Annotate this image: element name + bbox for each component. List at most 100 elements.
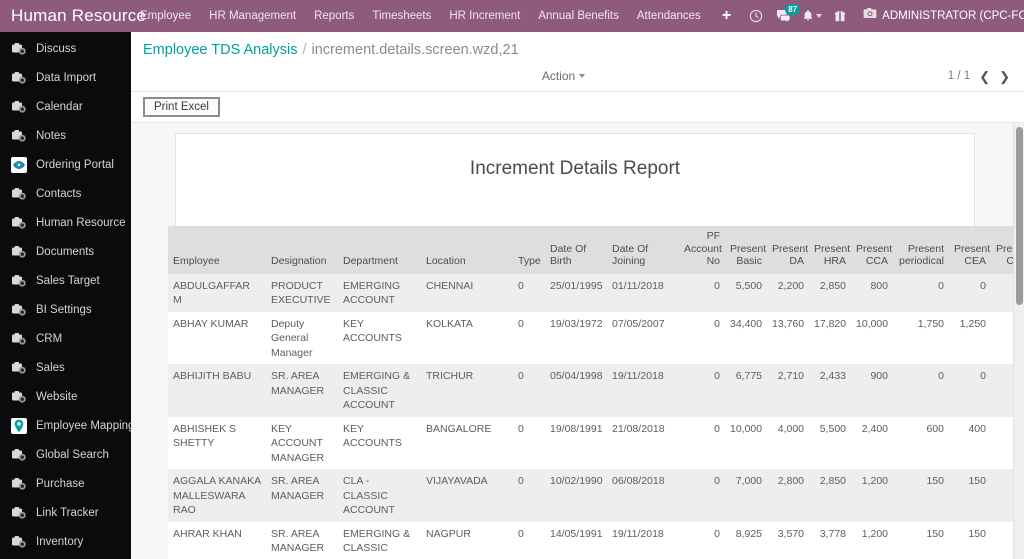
chevron-left-icon[interactable]: ❮ bbox=[979, 70, 990, 83]
cell-department: EMERGING ACCOUNT bbox=[343, 279, 401, 307]
table-row[interactable]: AGGALA KANAKA MALLESWARA RAO SR. AREA MAN… bbox=[168, 469, 1024, 522]
clock-icon[interactable] bbox=[743, 0, 769, 32]
sidebar-item-data-import[interactable]: Data Import bbox=[0, 63, 131, 92]
report-scroll-area: Increment Details Report Employee Design… bbox=[131, 123, 1024, 559]
column-header-line2: CCA bbox=[865, 255, 888, 267]
sidebar-item-inventory[interactable]: Inventory bbox=[0, 527, 131, 556]
sidebar-item-employee-mapping[interactable]: Employee Mapping bbox=[0, 411, 131, 440]
sidebar-item-notes[interactable]: Notes bbox=[0, 121, 131, 150]
nav-item-timesheets[interactable]: Timesheets bbox=[363, 0, 440, 32]
cell-dob: 14/05/1991 bbox=[550, 527, 603, 540]
nav-item-reports[interactable]: Reports bbox=[305, 0, 363, 32]
sidebar-item-global-search[interactable]: Global Search bbox=[0, 440, 131, 469]
column-header-dob: Date Of Birth bbox=[545, 226, 607, 274]
nav-item-attendances[interactable]: Attendances bbox=[628, 0, 710, 32]
table-row[interactable]: ABHISHEK S SHETTY KEY ACCOUNT MANAGER KEY … bbox=[168, 416, 1024, 469]
cell-type: 0 bbox=[518, 279, 524, 292]
cell-employee: ABHIJITH BABU bbox=[173, 370, 252, 382]
messages-icon[interactable]: 87 bbox=[771, 0, 801, 32]
column-header-line1: PF Account bbox=[684, 230, 722, 255]
column-header-line1 bbox=[518, 243, 540, 256]
cell-employee: ABHAY KUMAR bbox=[173, 317, 249, 330]
cell-pf: 0 bbox=[714, 422, 720, 435]
table-row[interactable]: ABDULGAFFAR M PRODUCT EXECUTIVE EMERGING A… bbox=[168, 273, 1024, 312]
sidebar-item-contacts[interactable]: Contacts bbox=[0, 179, 131, 208]
cell-periodical: 600 bbox=[926, 422, 944, 435]
cell-type: 0 bbox=[518, 527, 524, 540]
sidebar-item-sales-target[interactable]: Sales Target bbox=[0, 266, 131, 295]
nav-item-annual-benefits[interactable]: Annual Benefits bbox=[529, 0, 628, 32]
add-menu-button[interactable]: + bbox=[710, 0, 743, 32]
sidebar-item-label: Human Resource bbox=[36, 216, 126, 229]
sidebar-item-sales[interactable]: Sales bbox=[0, 353, 131, 382]
app-icon bbox=[11, 476, 27, 492]
pager: 1 / 1 ❮ ❯ bbox=[948, 70, 1010, 83]
table-head: Employee Designation Department Location… bbox=[168, 226, 1024, 274]
sidebar-item-purchase[interactable]: Purchase bbox=[0, 469, 131, 498]
sidebar-item-label: Documents bbox=[36, 245, 95, 258]
sidebar-item-website[interactable]: Website bbox=[0, 382, 131, 411]
app-icon bbox=[11, 273, 27, 289]
chevron-down-icon[interactable] bbox=[816, 14, 823, 18]
app-brand[interactable]: Human Resource bbox=[0, 6, 146, 26]
cell-designation: SR. AREA MANAGER bbox=[271, 527, 325, 555]
table-row[interactable]: ABHAY KUMAR Deputy General Manager KEY ACC… bbox=[168, 311, 1024, 364]
cell-dob: 10/02/1990 bbox=[550, 475, 603, 487]
sidebar-item-human-resource[interactable]: Human Resource bbox=[0, 208, 131, 237]
scrollbar-thumb[interactable] bbox=[1016, 127, 1023, 305]
table-body: ABDULGAFFAR M PRODUCT EXECUTIVE EMERGING A… bbox=[168, 273, 1024, 559]
cell-cea: 150 bbox=[968, 527, 986, 540]
sidebar-item-label: Website bbox=[36, 390, 78, 403]
action-bar: Action 1 / 1 ❮ ❯ bbox=[131, 61, 1024, 91]
column-header-line2: HRA bbox=[823, 255, 846, 267]
app-icon bbox=[11, 360, 27, 376]
column-header-line2: No bbox=[706, 255, 720, 267]
sidebar-item-crm[interactable]: CRM bbox=[0, 324, 131, 353]
cell-cca: 10,000 bbox=[856, 317, 889, 330]
sidebar-item-link-tracker[interactable]: Link Tracker bbox=[0, 498, 131, 527]
nav-item-employee[interactable]: Employee bbox=[131, 0, 200, 32]
cell-cca: 900 bbox=[870, 370, 888, 382]
app-icon bbox=[11, 128, 27, 144]
app-icon bbox=[11, 389, 27, 405]
main-menu: Employee HR Management Reports Timesheets HR… bbox=[131, 0, 710, 32]
cell-da: 2,800 bbox=[777, 475, 804, 487]
column-header-line2: Type bbox=[518, 255, 541, 267]
table-row[interactable]: AHRAR KHAN SR. AREA MANAGER EMERGING & CLA… bbox=[168, 521, 1024, 559]
column-header-pf: PF Account No bbox=[679, 226, 725, 274]
pager-count: 1 / 1 bbox=[947, 70, 971, 82]
app-icon bbox=[11, 70, 27, 86]
user-menu[interactable]: ADMINISTRATOR (CPC-FO-JAN) bbox=[855, 0, 1024, 32]
sidebar-item-label: Purchase bbox=[36, 477, 85, 490]
report-toolbar: Print Excel bbox=[131, 91, 1024, 123]
sidebar-item-calendar[interactable]: Calendar bbox=[0, 92, 131, 121]
message-count-badge: 87 bbox=[785, 4, 801, 15]
sidebar-item-label: Sales bbox=[36, 361, 65, 374]
bell-icon[interactable] bbox=[799, 0, 825, 32]
chevron-right-icon[interactable]: ❯ bbox=[999, 70, 1010, 83]
table-row[interactable]: ABHIJITH BABU SR. AREA MANAGER EMERGING & … bbox=[168, 364, 1024, 417]
report-vertical-scrollbar[interactable] bbox=[1013, 123, 1024, 559]
cell-cea: 0 bbox=[980, 370, 986, 382]
breadcrumb-root[interactable]: Employee TDS Analysis bbox=[143, 42, 297, 58]
cell-pf: 0 bbox=[714, 370, 720, 382]
cell-pf: 0 bbox=[714, 279, 720, 292]
nav-item-hr-increment[interactable]: HR Increment bbox=[440, 0, 529, 32]
cell-department: KEY ACCOUNTS bbox=[343, 317, 402, 345]
gift-icon[interactable] bbox=[827, 0, 853, 32]
column-header-line1: Date Of bbox=[612, 242, 649, 255]
cell-employee: AGGALA KANAKA MALLESWARA RAO bbox=[173, 475, 261, 516]
print-excel-button[interactable]: Print Excel bbox=[143, 97, 220, 117]
portal-icon bbox=[11, 156, 27, 173]
cell-location: KOLKATA bbox=[426, 317, 473, 330]
column-header-location: Location bbox=[421, 226, 513, 274]
cell-employee: AHRAR KHAN bbox=[173, 527, 242, 540]
sidebar-item-discuss[interactable]: Discuss bbox=[0, 34, 131, 63]
sidebar-item-documents[interactable]: Documents bbox=[0, 237, 131, 266]
sidebar-item-ordering-portal[interactable]: Ordering Portal bbox=[0, 150, 131, 179]
sidebar-item-bi-settings[interactable]: BI Settings bbox=[0, 295, 131, 324]
action-dropdown[interactable]: Action bbox=[542, 69, 586, 83]
nav-item-hr-management[interactable]: HR Management bbox=[200, 0, 305, 32]
cell-location: CHENNAI bbox=[426, 279, 474, 292]
column-header-line2: Location bbox=[426, 255, 466, 267]
